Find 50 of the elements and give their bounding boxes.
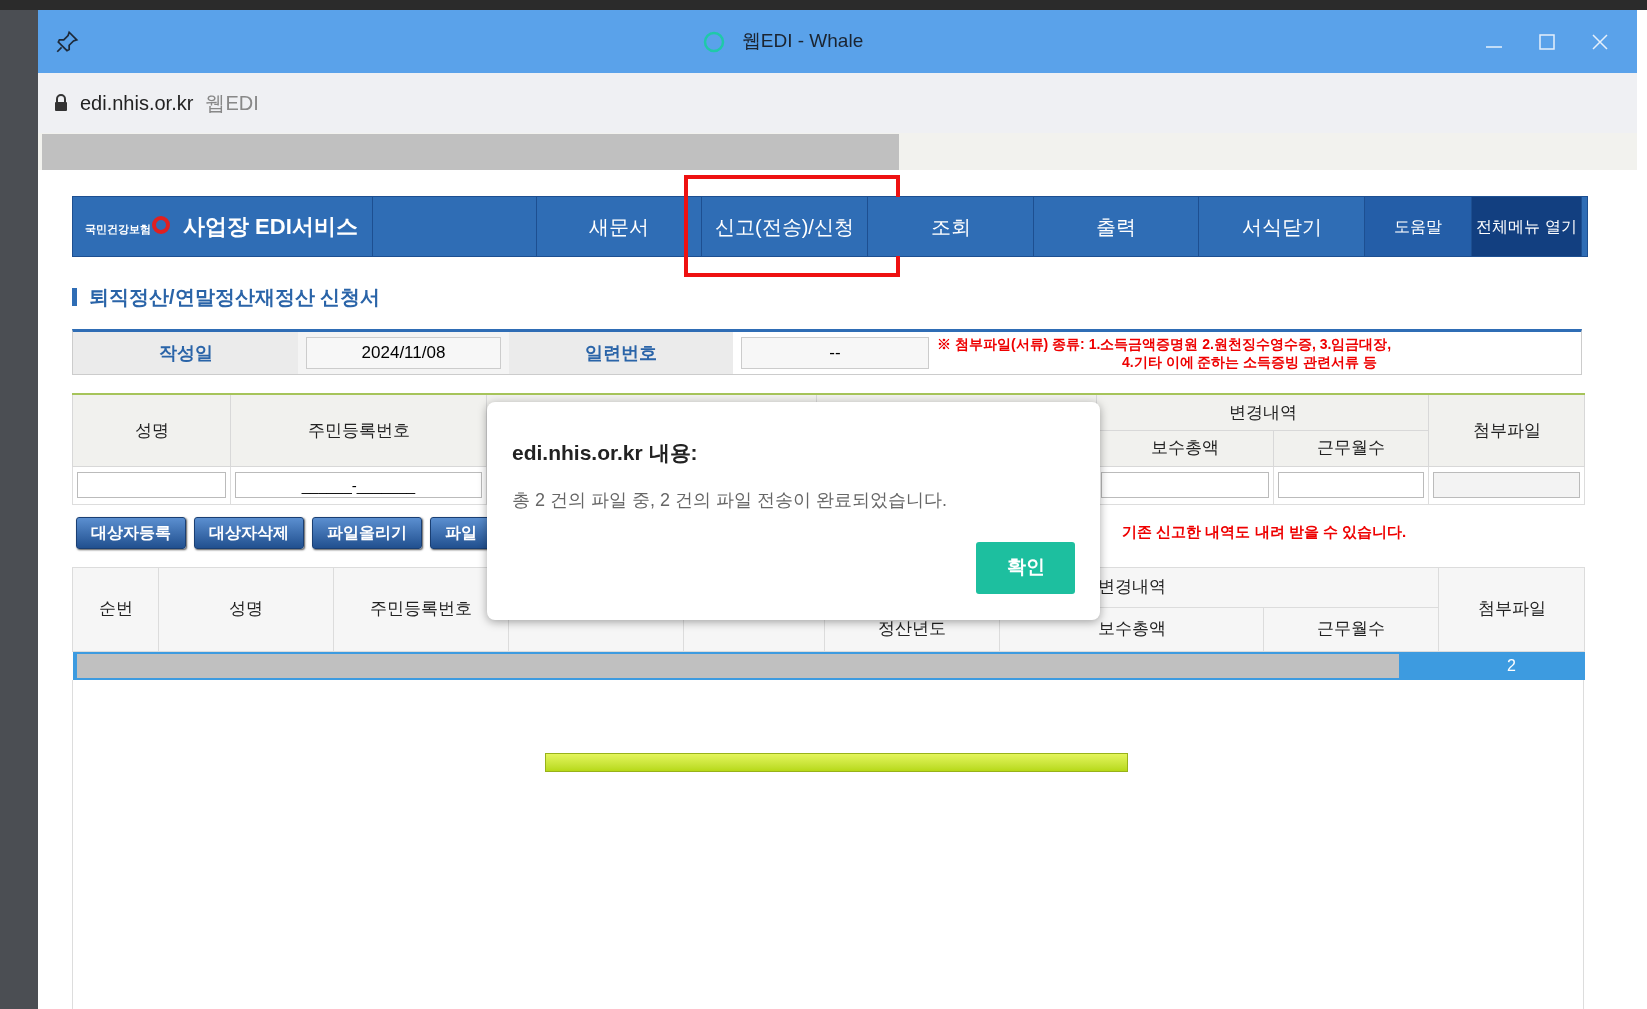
nav-menu-item[interactable]: 신고(전송)/신청 [702,197,867,256]
window-title: 웹EDI - Whale [741,29,864,54]
column-header: 근무월수 [1263,607,1439,651]
nav-menu-item[interactable]: 조회 [868,197,1033,256]
nav-menu-item[interactable]: 서식닫기 [1199,197,1364,256]
column-header: 성명 [72,394,231,466]
name-field[interactable] [77,472,226,498]
nav-menu-item[interactable]: 새문서 [537,197,701,256]
lock-icon [54,94,68,112]
column-header: 주민등록번호 [333,567,509,651]
date-field[interactable]: 2024/11/08 [306,337,501,369]
dialog-title: edi.nhis.or.kr 내용: [512,440,699,466]
column-header: 변경내역 [1096,394,1429,430]
column-header: 첨부파일 [1438,567,1585,651]
pay-field[interactable] [1101,472,1269,498]
column-header: 근무월수 [1273,430,1429,466]
notice-text: ※ 첨부파일(서류) 종류: 1.소득금액증명원 2.원천징수영수증, 3.임금대장, [937,335,1392,353]
serial-field[interactable]: -- [741,337,929,369]
nav-menu-item[interactable]: 출력 [1034,197,1198,256]
form-title: 퇴직정산/연말정산재정산 신청서 [89,285,381,310]
notice-text: 4.기타 이에 준하는 소득증빙 관련서류 등 [1122,353,1378,371]
nav-menu-item[interactable]: 도움말 [1365,197,1471,256]
logo-mark-icon [151,215,171,236]
months-field[interactable] [1278,472,1424,498]
close-icon[interactable] [1591,32,1609,51]
download-note: 기존 신고한 내역도 내려 받을 수 있습니다. [1122,522,1407,543]
maximize-icon[interactable] [1539,33,1555,50]
title-marker [72,288,77,306]
nav-menu-item[interactable]: 전체메뉴 열기 [1472,197,1581,256]
action-button[interactable]: 대상자삭제 [194,516,304,549]
column-header: 첨부파일 [1428,394,1585,466]
field-label: 작성일 [73,332,298,374]
column-header: 성명 [158,567,334,651]
action-button[interactable]: 대상자등록 [76,516,186,549]
attachment-field[interactable] [1433,472,1580,498]
row-highlight[interactable] [72,651,1439,680]
logo-text: 국민건강보험 [85,222,151,238]
loading-ring-icon [701,29,726,54]
site-logo[interactable]: 국민건강보험 사업장 EDI서비스 [73,197,373,256]
service-name: 사업장 EDI서비스 [183,213,358,241]
action-button[interactable]: 파일올리기 [312,516,422,549]
column-header: 주민등록번호 [230,394,487,466]
field-label: 일련번호 [509,332,733,374]
rrn-field[interactable]: ______-_______ [235,472,482,498]
column-header: 순번 [72,567,159,651]
table-cell: 2 [1438,651,1585,680]
page-title-text: 웹EDI [205,91,259,116]
dialog-message: 총 2 건의 파일 중, 2 건의 파일 전송이 완료되었습니다. [512,488,949,512]
url-text[interactable]: edi.nhis.or.kr [80,88,194,118]
pin-icon[interactable] [54,28,80,55]
